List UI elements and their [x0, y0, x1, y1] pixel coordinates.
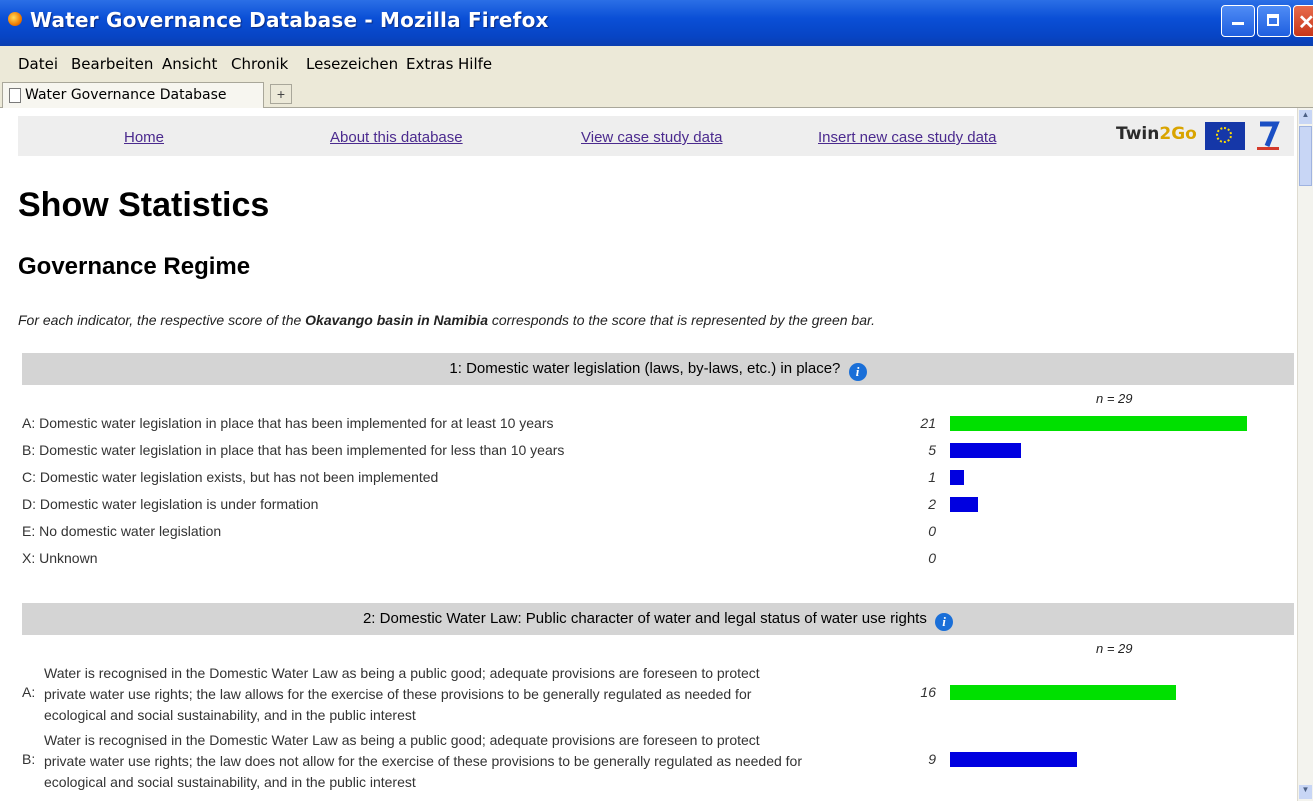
option-text-line: private water use rights; the law allows… [44, 686, 752, 702]
tab-bar: Water Governance Database + [0, 80, 1313, 108]
section-title: Governance Regime [18, 253, 251, 280]
option-count: 9 [928, 751, 936, 767]
eu-flag-logo [1205, 122, 1245, 150]
option-row: A: Domestic water legislation in place t… [22, 415, 554, 431]
option-text-line: private water use rights; the law does n… [44, 753, 802, 769]
option-count: 16 [920, 684, 936, 700]
option-text-line: ecological and social sustainability, an… [44, 774, 416, 790]
question-2-header: 2: Domestic Water Law: Public character … [22, 603, 1294, 635]
option-count: 21 [920, 415, 936, 431]
option-text-line: Water is recognised in the Domestic Wate… [44, 796, 779, 801]
menu-extras[interactable]: Extras [406, 55, 453, 73]
fp7-logo [1257, 121, 1280, 150]
menu-lesezeichen[interactable]: Lesezeichen [306, 55, 398, 73]
close-icon: ✕ [1298, 12, 1313, 34]
option-letter: D: [22, 496, 36, 512]
question-1-header: 1: Domestic water legislation (laws, by-… [22, 353, 1294, 385]
option-count: 0 [928, 550, 936, 566]
option-row: E: No domestic water legislation [22, 523, 221, 539]
q2-n-count: n = 29 [1096, 641, 1133, 656]
new-tab-button[interactable]: + [270, 84, 292, 104]
info-icon[interactable]: i [848, 363, 867, 381]
q1-n-count: n = 29 [1096, 391, 1133, 406]
question-2-title: 2: Domestic Water Law: Public character … [362, 610, 927, 627]
question-1-title: 1: Domestic water legislation (laws, by-… [449, 360, 841, 377]
option-letter: C: [22, 469, 36, 485]
nav-about-link[interactable]: About this database [330, 129, 463, 146]
option-letter: A: [22, 415, 36, 431]
twin2go-logo: Twin2Go [1116, 124, 1197, 144]
option-text: Domestic water legislation exists, but h… [39, 469, 439, 485]
page-content: Home About this database View case study… [0, 108, 1297, 801]
highlight-bar [950, 416, 1247, 431]
scroll-up-arrow-icon[interactable]: ▲ [1299, 110, 1312, 124]
option-count: 1 [928, 469, 936, 485]
menu-hilfe[interactable]: Hilfe [458, 55, 492, 73]
option-letter: E: [22, 523, 36, 539]
option-text-line: Water is recognised in the Domestic Wate… [44, 665, 760, 681]
menu-bearbeiten[interactable]: Bearbeiten [71, 55, 153, 73]
score-bar [950, 470, 964, 485]
option-count: 2 [928, 496, 936, 512]
menu-datei[interactable]: Datei [18, 55, 58, 73]
score-bar [950, 443, 1021, 458]
firefox-icon [8, 12, 22, 26]
info-icon[interactable]: i [935, 613, 954, 631]
option-text-line: ecological and social sustainability, an… [44, 707, 416, 723]
minimize-button[interactable] [1221, 5, 1255, 37]
option-row: X: Unknown [22, 550, 98, 566]
restore-icon [1267, 14, 1279, 26]
option-count: 5 [928, 442, 936, 458]
intro-text: For each indicator, the respective score… [18, 312, 876, 328]
option-text: Domestic water legislation is under form… [39, 496, 319, 512]
menu-chronik[interactable]: Chronik [231, 55, 288, 73]
option-text: Domestic water legislation in place that… [39, 415, 554, 431]
nav-insert-link[interactable]: Insert new case study data [818, 129, 996, 146]
vertical-scrollbar[interactable]: ▲ ▼ [1297, 108, 1313, 801]
option-row: D: Domestic water legislation is under f… [22, 496, 318, 512]
scrollbar-thumb[interactable] [1299, 126, 1312, 186]
tab-water-governance[interactable]: Water Governance Database [2, 82, 264, 108]
page-title: Show Statistics [18, 186, 270, 224]
site-nav: Home About this database View case study… [18, 116, 1294, 156]
tab-label: Water Governance Database [25, 87, 227, 103]
minimize-icon [1232, 22, 1244, 25]
option-letter: B: [22, 442, 36, 458]
document-icon [9, 88, 21, 103]
window-titlebar: Water Governance Database - Mozilla Fire… [0, 0, 1313, 46]
menu-bar: Datei Bearbeiten Ansicht Chronik Lesezei… [0, 46, 1313, 80]
highlight-bar [950, 685, 1176, 700]
option-letter: B: [22, 751, 36, 767]
restore-button[interactable] [1257, 5, 1291, 37]
option-text: Unknown [39, 550, 98, 566]
menu-ansicht[interactable]: Ansicht [162, 55, 217, 73]
option-letter: X: [22, 550, 36, 566]
window-title: Water Governance Database - Mozilla Fire… [30, 8, 549, 32]
option-text: No domestic water legislation [39, 523, 222, 539]
option-row: C: Domestic water legislation exists, bu… [22, 469, 438, 485]
nav-home-link[interactable]: Home [124, 129, 164, 146]
option-text: Domestic water legislation in place that… [39, 442, 565, 458]
option-letter: A: [22, 684, 36, 700]
close-button[interactable]: ✕ [1293, 5, 1313, 37]
score-bar [950, 497, 978, 512]
nav-view-link[interactable]: View case study data [581, 129, 722, 146]
scroll-down-arrow-icon[interactable]: ▼ [1299, 785, 1312, 799]
option-text-line: Water is recognised in the Domestic Wate… [44, 732, 760, 748]
option-row: B: Domestic water legislation in place t… [22, 442, 564, 458]
option-count: 0 [928, 523, 936, 539]
score-bar [950, 752, 1077, 767]
